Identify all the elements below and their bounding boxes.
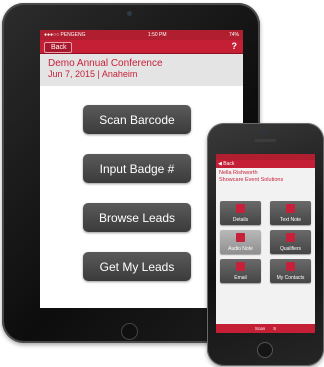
back-button[interactable]: Back	[44, 42, 72, 53]
tablet-status-bar: ●●●○○ PENGENG 1:50 PM 74%	[40, 30, 243, 40]
battery-label: 74%	[228, 32, 239, 38]
phone-nav-bar: ◀ Back	[216, 160, 315, 168]
pencil-icon	[286, 204, 295, 213]
tile-label: Text Note	[279, 217, 302, 223]
contact-header: Nella Rishworth Showcare Event Solutions	[216, 168, 315, 190]
secondary-tab[interactable]: S	[273, 326, 276, 331]
audio-note-tile[interactable]: Audio Note	[220, 230, 261, 254]
tile-label: Qualifiers	[279, 246, 302, 252]
event-date: Jun 7, 2015 | Anaheim	[48, 69, 138, 79]
email-tile[interactable]: Email	[220, 259, 261, 283]
envelope-icon	[236, 262, 245, 271]
scan-barcode-button[interactable]: Scan Barcode	[83, 105, 191, 134]
contacts-icon	[286, 262, 295, 271]
details-tile[interactable]: Details	[220, 201, 261, 225]
phone-back-button[interactable]: ◀ Back	[218, 161, 234, 167]
microphone-icon	[236, 233, 245, 242]
phone-screen: ◀ Back Nella Rishworth Showcare Event So…	[216, 154, 315, 333]
input-badge-button[interactable]: Input Badge #	[83, 154, 191, 183]
tablet-nav-bar: Back ?	[40, 40, 243, 54]
my-contacts-tile[interactable]: My Contacts	[270, 259, 311, 283]
scan-tab[interactable]: Scan	[255, 326, 265, 331]
tile-label: My Contacts	[276, 275, 305, 281]
tile-label: Details	[232, 217, 249, 223]
tablet-home-button	[121, 323, 138, 340]
qualifiers-tile[interactable]: Qualifiers	[270, 230, 311, 254]
event-header: Demo Annual Conference Jun 7, 2015 | Ana…	[40, 54, 243, 86]
checklist-icon	[286, 233, 295, 242]
tablet-camera	[127, 11, 132, 16]
get-my-leads-button[interactable]: Get My Leads	[83, 252, 191, 281]
browse-leads-button[interactable]: Browse Leads	[83, 203, 191, 232]
contact-name: Nella Rishworth	[219, 170, 258, 176]
text-note-tile[interactable]: Text Note	[270, 201, 311, 225]
tile-label: Email	[234, 275, 247, 281]
phone-speaker	[254, 139, 276, 142]
event-name: Demo Annual Conference	[48, 58, 163, 69]
tile-label: Audio Note	[228, 246, 253, 252]
clock-label: 1:50 PM	[147, 32, 167, 38]
back-label: Back	[51, 44, 67, 51]
help-button[interactable]: ?	[232, 41, 238, 51]
person-icon	[236, 204, 245, 213]
phone-bottom-bar: Scan S	[216, 324, 315, 333]
phone-home-button	[257, 342, 273, 358]
phone-device: ◀ Back Nella Rishworth Showcare Event So…	[207, 123, 324, 366]
contact-company: Showcare Event Solutions	[219, 177, 284, 183]
phone-camera	[264, 130, 268, 134]
carrier-label: ●●●○○ PENGENG	[44, 32, 86, 38]
